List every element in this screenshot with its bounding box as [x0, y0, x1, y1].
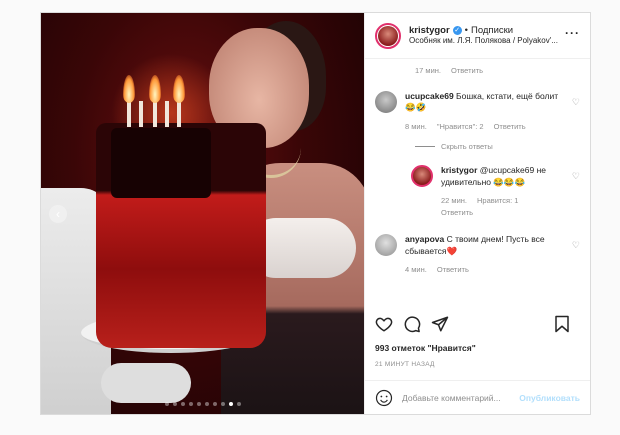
carousel-dot[interactable] — [180, 402, 185, 406]
action-bar — [375, 313, 580, 335]
reply-button[interactable]: Ответить — [494, 122, 526, 132]
avatar[interactable] — [375, 22, 401, 49]
reply-button[interactable]: Ответить — [451, 66, 483, 75]
hide-replies-button[interactable]: Скрыть ответы — [415, 142, 580, 151]
post-header: kristygor ✓ • Подписки Особняк им. Л.Я. … — [365, 13, 590, 59]
more-icon[interactable]: ··· — [565, 26, 580, 40]
hide-replies-label[interactable]: Скрыть ответы — [441, 142, 493, 151]
instagram-post: ‹ kristygor ✓ • Подписки Особняк им. Л.Я… — [40, 12, 591, 415]
comment-icon[interactable] — [403, 315, 421, 333]
comment-meta: 8 мин. "Нравится": 2 Ответить — [405, 122, 566, 132]
carousel-dot[interactable] — [172, 402, 177, 406]
carousel-dots — [41, 402, 364, 406]
likes-count[interactable]: 993 отметок "Нравится" — [375, 343, 476, 353]
comment-meta: 17 мин. Ответить — [415, 66, 580, 75]
bookmark-icon[interactable] — [554, 315, 570, 333]
carousel-dot[interactable] — [220, 402, 225, 406]
comment-time: 8 мин. — [405, 121, 427, 131]
comment-likes[interactable]: "Нравится": 2 — [437, 122, 484, 132]
post-timestamp: 21 МИНУТ НАЗАД — [375, 361, 435, 368]
comment-time: 4 мин. — [405, 265, 427, 275]
candle — [177, 101, 181, 127]
comment-username[interactable]: anyapova — [405, 234, 444, 244]
reply-button[interactable]: Ответить — [441, 208, 473, 218]
post-location[interactable]: Особняк им. Л.Я. Полякова / Polyakov'... — [409, 36, 569, 46]
cake-top-tier — [111, 128, 211, 198]
add-comment-bar: Добавьте комментарий... Опубликовать — [365, 380, 590, 414]
heart-icon[interactable]: ♡ — [572, 171, 580, 182]
comment-meta: 4 мин. Ответить — [405, 265, 566, 275]
carousel-dot[interactable] — [204, 402, 209, 406]
separator: • — [464, 25, 468, 36]
carousel-dot[interactable] — [228, 402, 233, 406]
avatar[interactable] — [411, 165, 433, 188]
comments-list: 17 мин. Ответить ucupcake69 Бошка, кстат… — [365, 60, 590, 307]
heart-icon[interactable]: ♡ — [572, 97, 580, 108]
candle — [127, 101, 131, 127]
heart-icon[interactable] — [375, 315, 393, 333]
waiter-hand — [101, 363, 191, 403]
chevron-left-icon[interactable]: ‹ — [49, 205, 67, 223]
candle — [139, 101, 143, 127]
emoji-icon[interactable] — [375, 389, 393, 407]
comment-time: 22 мин. — [441, 196, 467, 205]
verified-icon: ✓ — [452, 26, 462, 36]
avatar[interactable] — [375, 91, 397, 113]
comment-reply: kristygor @ucupcake69 не удивительно 😂😂😂… — [411, 165, 580, 218]
carousel-dot[interactable] — [212, 402, 217, 406]
candle — [165, 101, 169, 127]
comment: ucupcake69 Бошка, кстати, ещё болит 😂🤣 8… — [375, 91, 580, 132]
carousel-dot[interactable] — [196, 402, 201, 406]
avatar[interactable] — [375, 234, 397, 257]
share-icon[interactable] — [431, 315, 449, 333]
carousel-dot[interactable] — [236, 402, 241, 406]
comment-username[interactable]: ucupcake69 — [405, 91, 454, 101]
carousel-dot[interactable] — [188, 402, 193, 406]
comment-likes[interactable]: Нравится: 1 — [477, 196, 518, 206]
comment-username[interactable]: kristygor — [441, 165, 477, 175]
comment: anyapova С твоим днем! Пусть все сбывает… — [375, 234, 580, 275]
follow-status[interactable]: Подписки — [471, 25, 513, 36]
post-sidebar: kristygor ✓ • Подписки Особняк им. Л.Я. … — [364, 13, 590, 414]
reply-button[interactable]: Ответить — [437, 265, 469, 275]
author-username[interactable]: kristygor — [409, 25, 450, 36]
candle — [153, 101, 157, 127]
comment-meta: 22 мин. Нравится: 1 Ответить — [441, 196, 551, 218]
post-comment-button[interactable]: Опубликовать — [519, 393, 580, 403]
heart-icon[interactable]: ♡ — [572, 240, 580, 251]
comment-input[interactable]: Добавьте комментарий... — [402, 393, 519, 403]
carousel-dot[interactable] — [164, 402, 169, 406]
comment-time: 17 мин. — [415, 66, 441, 75]
post-photo[interactable]: ‹ — [41, 13, 364, 414]
